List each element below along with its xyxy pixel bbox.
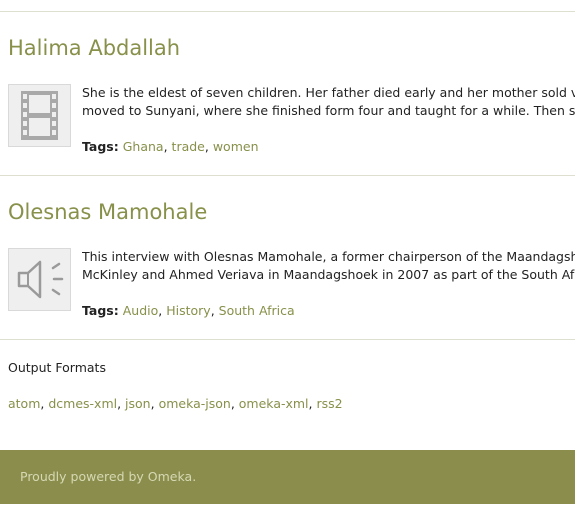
tag-link[interactable]: trade <box>172 139 205 154</box>
tag-link[interactable]: Ghana <box>123 139 164 154</box>
item-tags: Tags: Ghana, trade, women <box>82 139 259 154</box>
format-link[interactable]: omeka-xml <box>239 396 309 411</box>
divider <box>0 339 575 340</box>
format-link[interactable]: json <box>125 396 151 411</box>
item-title-link[interactable]: Olesnas Mamohale <box>8 200 207 224</box>
item-description: This interview with Olesnas Mamohale, a … <box>82 248 575 284</box>
item-title[interactable]: Halima Abdallah <box>8 36 180 60</box>
description-line: moved to Sunyani, where she finished for… <box>82 103 575 118</box>
divider <box>0 175 575 176</box>
description-line: This interview with Olesnas Mamohale, a … <box>82 249 575 264</box>
item-title[interactable]: Olesnas Mamohale <box>8 200 207 224</box>
tag-link[interactable]: South Africa <box>219 303 295 318</box>
footer-text: Proudly powered by Omeka. <box>20 469 196 484</box>
item-tags: Tags: Audio, History, South Africa <box>82 303 295 318</box>
description-line: McKinley and Ahmed Veriava in Maandagsho… <box>82 267 575 282</box>
item-title-link[interactable]: Halima Abdallah <box>8 36 180 60</box>
tag-link[interactable]: Audio <box>123 303 159 318</box>
item-thumbnail[interactable] <box>8 248 71 311</box>
output-formats-list: atom, dcmes-xml, json, omeka-json, omeka… <box>8 396 343 411</box>
format-link[interactable]: rss2 <box>317 396 343 411</box>
footer-prefix: Proudly powered by <box>20 469 148 484</box>
divider <box>0 11 575 12</box>
item-description: She is the eldest of seven children. Her… <box>82 84 575 120</box>
format-link[interactable]: dcmes-xml <box>48 396 117 411</box>
output-formats-heading: Output Formats <box>8 360 106 375</box>
description-line: She is the eldest of seven children. Her… <box>82 85 575 100</box>
tag-link[interactable]: History <box>166 303 210 318</box>
tag-link[interactable]: women <box>213 139 259 154</box>
tags-label: Tags: <box>82 303 119 318</box>
format-link[interactable]: omeka-json <box>159 396 231 411</box>
footer: Proudly powered by Omeka. <box>0 450 575 504</box>
item-thumbnail[interactable] <box>8 84 71 147</box>
omeka-link[interactable]: Omeka <box>148 469 192 484</box>
footer-suffix: . <box>192 469 197 484</box>
tags-label: Tags: <box>82 139 119 154</box>
format-link[interactable]: atom <box>8 396 40 411</box>
